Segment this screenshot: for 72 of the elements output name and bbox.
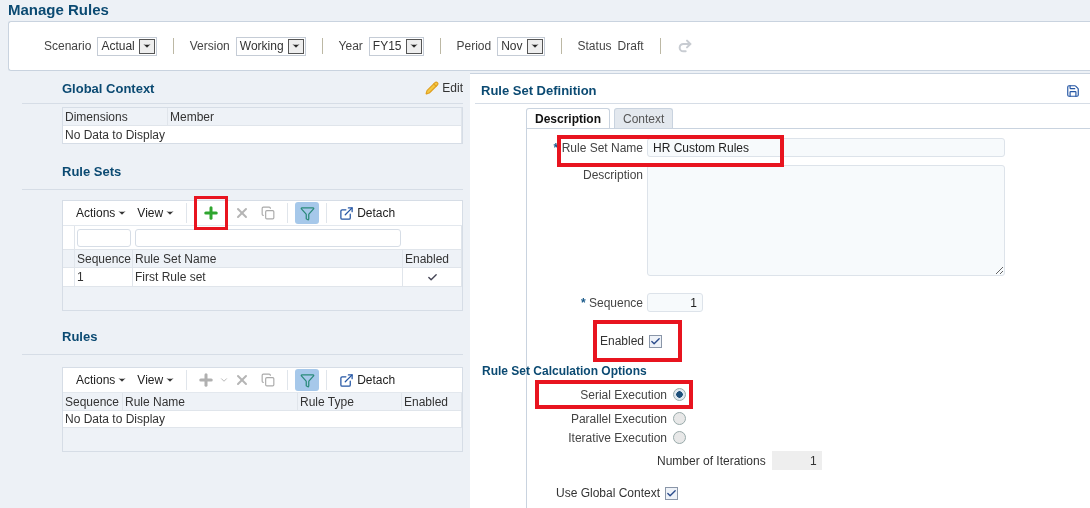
actions-menu[interactable]: Actions [71, 206, 133, 220]
radio-label: Iterative Execution [567, 430, 667, 445]
caret-icon [165, 375, 176, 385]
table-cell: 1 [75, 268, 133, 286]
button-label: Detach [357, 206, 396, 220]
field-label: Number of Iterations [657, 453, 766, 468]
section-title: Global Context [62, 80, 155, 96]
iterations-field[interactable]: 1 [771, 451, 822, 470]
field-label: Description [581, 167, 643, 182]
radio-label: Serial Execution [579, 387, 667, 402]
filter-label: Scenario [44, 39, 92, 53]
section-title: Rule Set Calculation Options [482, 364, 648, 378]
filter-label: Year [338, 39, 363, 53]
save-icon[interactable] [1066, 83, 1080, 98]
column-header: Enabled [402, 393, 462, 410]
detach-button[interactable]: Detach [333, 371, 402, 389]
checkbox[interactable] [649, 334, 662, 348]
edit-link[interactable]: Edit [425, 81, 463, 95]
filter-icon[interactable] [295, 202, 320, 224]
column-header: Member [168, 108, 462, 125]
description-field[interactable] [647, 165, 1005, 276]
status-label: Status [577, 39, 612, 53]
checkbox-label: Use Global Context [556, 486, 661, 500]
sequence-field[interactable]: 1 [647, 293, 703, 312]
redo-icon[interactable] [676, 38, 693, 54]
caret-icon [117, 375, 128, 385]
detach-icon [339, 372, 355, 388]
column-header: Rule Set Name [133, 250, 403, 267]
filter-dropdown[interactable]: Nov [497, 36, 545, 56]
tab[interactable]: Description [526, 108, 610, 128]
panel-title: Rule Set Definition [481, 83, 597, 98]
filter-dropdown[interactable]: FY15 [368, 36, 424, 56]
detach-icon [339, 205, 355, 221]
filter-field[interactable] [77, 229, 131, 247]
field-label: * Sequence [579, 295, 643, 310]
column-header: Sequence [63, 393, 123, 410]
section-title: Rules [62, 328, 98, 344]
view-menu[interactable]: View [132, 373, 181, 387]
page-title: Manage Rules [7, 0, 110, 20]
name-field[interactable]: HR Custom Rules [647, 138, 1005, 157]
link-label: Edit [442, 81, 463, 95]
radio-button[interactable] [673, 388, 686, 401]
checkbox-label: Enabled [599, 334, 644, 348]
caret-icon[interactable] [219, 375, 230, 385]
caret-icon [165, 208, 176, 218]
filter-field[interactable] [135, 229, 401, 247]
column-header: Enabled [403, 250, 462, 267]
column-header: Rule Type [298, 393, 402, 410]
checkbox[interactable] [665, 486, 679, 500]
filter-dropdown[interactable]: Actual [97, 36, 157, 56]
radio-button[interactable] [673, 431, 686, 444]
column-header: Dimensions [63, 108, 168, 125]
pencil-icon [425, 81, 440, 95]
section-title: Rule Sets [62, 163, 122, 179]
radio-button[interactable] [673, 412, 686, 425]
filter-dropdown[interactable]: Working [235, 36, 306, 56]
empty-message: No Data to Display [63, 411, 462, 427]
empty-message: No Data to Display [63, 126, 462, 143]
column-header: Rule Name [123, 393, 298, 410]
button-label: Detach [357, 373, 396, 387]
table-cell: First Rule set [133, 268, 403, 286]
status-value: Draft [617, 39, 644, 53]
radio-label: Parallel Execution [569, 411, 667, 426]
filter-icon[interactable] [295, 369, 320, 391]
detach-button[interactable]: Detach [333, 204, 402, 222]
actions-menu[interactable]: Actions [71, 373, 133, 387]
column-header: Sequence [75, 250, 133, 267]
tab[interactable]: Context [614, 108, 674, 128]
filter-label: Period [456, 39, 492, 53]
caret-icon [117, 208, 128, 218]
view-menu[interactable]: View [132, 206, 181, 220]
filter-label: Version [189, 39, 230, 53]
